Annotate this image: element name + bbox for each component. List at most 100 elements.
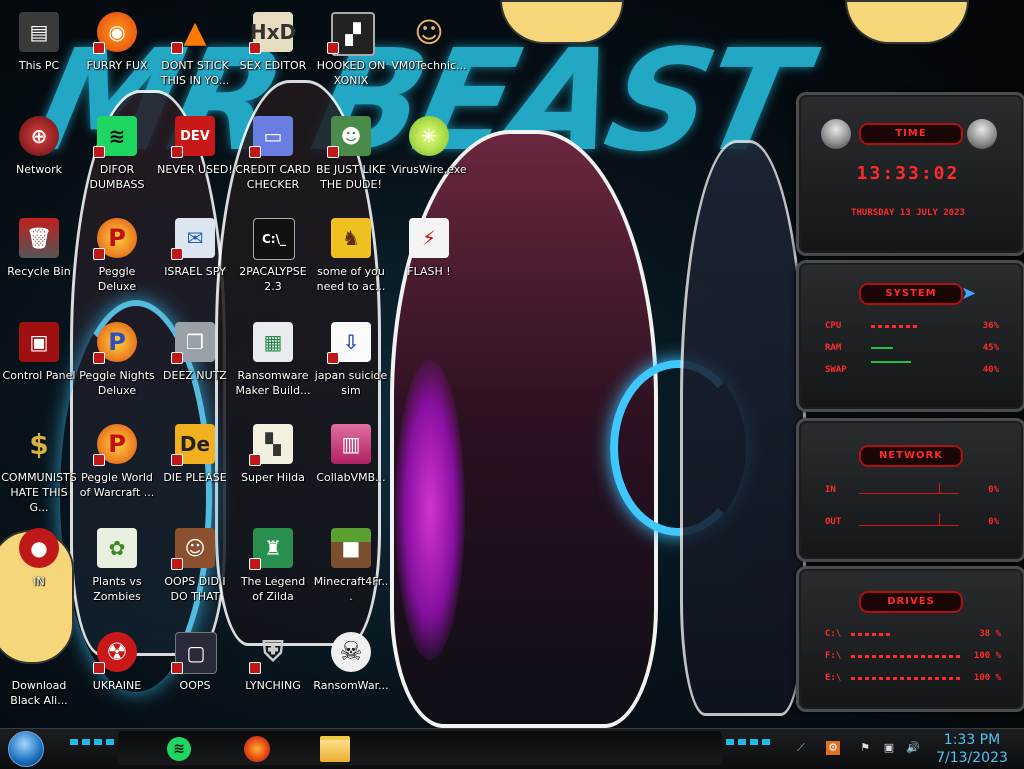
desktop-icon[interactable]: ▭ CREDIT CARD CHECKER	[234, 110, 312, 206]
shortcut-arrow-icon	[93, 662, 105, 674]
network-icon: ⊕	[19, 116, 59, 156]
shortcut-arrow-icon	[327, 352, 339, 364]
net-out-value: 0%	[988, 517, 999, 527]
taskbar-firefox-button[interactable]	[240, 733, 274, 765]
ransomware-builder-icon: ▦	[253, 322, 293, 362]
firefox-icon	[244, 736, 270, 762]
desktop-icon[interactable]: $ COMMUNISTS HATE THIS G...	[0, 418, 78, 515]
desktop-icon[interactable]: De DIE PLEASE	[156, 418, 234, 514]
shortcut-arrow-icon	[171, 146, 183, 158]
desktop-icon[interactable]: ▦ Ransomware Maker Build...	[234, 316, 312, 412]
desktop-icon[interactable]: 🗑 Recycle Bin	[0, 212, 78, 308]
collabvm-icon: ▥	[331, 424, 371, 464]
desktop-icon[interactable]: ✉ ISRAEL SPY	[156, 212, 234, 308]
ram-bar	[871, 347, 893, 349]
shortcut-arrow-icon	[171, 662, 183, 674]
shortcut-arrow-icon	[249, 662, 261, 674]
control-panel-icon: ▣	[19, 322, 59, 362]
desktop-icon[interactable]: ⛨ LYNCHING	[234, 626, 312, 722]
desktop-icon[interactable]: ❐ DEEZ NUTZ	[156, 316, 234, 412]
cpu-label: CPU	[825, 321, 842, 331]
desktop-icon[interactable]: DEV NEVER USED!	[156, 110, 234, 206]
desktop-icon[interactable]: HxD SEX EDITOR	[234, 6, 312, 102]
drive-f-value: 100 %	[973, 651, 1001, 661]
net-out-label: OUT	[825, 517, 842, 527]
net-in-label: IN	[825, 485, 836, 495]
drive-e-label: E:\	[825, 673, 842, 683]
shortcut-arrow-icon	[327, 42, 339, 54]
taskbar-app-bar	[118, 731, 722, 765]
desktop-icon[interactable]: ■ Minecraft4Fr...	[312, 522, 390, 618]
taskbar-decoration	[70, 739, 114, 745]
recycle-bin-icon: 🗑	[19, 218, 59, 258]
desktop-icon[interactable]: P Peggle World of Warcraft ...	[78, 418, 156, 514]
alien-logo-icon	[967, 119, 997, 149]
desktop-icon[interactable]: P Peggle Deluxe	[78, 212, 156, 308]
swap-value: 40%	[982, 365, 999, 375]
desktop-icon[interactable]: ▤ This PC	[0, 6, 78, 102]
flash-file-icon: ⚡	[409, 218, 449, 258]
clock-time: 1:33 PM	[943, 732, 1001, 748]
network-tray-icon[interactable]: ▣	[882, 741, 896, 755]
desktop-icon[interactable]: ▣ Control Panel	[0, 316, 78, 412]
desktop-icon[interactable]: Download Black Ali...	[0, 626, 78, 722]
shortcut-arrow-icon	[171, 558, 183, 570]
shortcut-arrow-icon	[249, 42, 261, 54]
desktop-icon[interactable]: P Peggle Nights Deluxe	[78, 316, 156, 412]
taskbar: ≋ ⟋ ⚙ ⚑ ▣ 🔊 1:33 PM 7/13/2023	[0, 728, 1024, 769]
drive-c-label: C:\	[825, 629, 842, 639]
taskbar-file-explorer-button[interactable]	[318, 733, 352, 765]
volume-icon[interactable]: 🔊	[906, 741, 920, 755]
wallpaper-figure-right	[680, 140, 806, 716]
desktop-icon[interactable]: ✿ Plants vs Zombies	[78, 522, 156, 618]
desktop-icon[interactable]: ≋ DIFOR DUMBASS	[78, 110, 156, 206]
time-widget-clock: 13:33:02	[856, 163, 960, 184]
taskbar-spotify-button[interactable]: ≋	[162, 733, 196, 765]
shortcut-arrow-icon	[93, 352, 105, 364]
desktop-icon[interactable]: ♞ some of you need to ac...	[312, 212, 390, 308]
desktop-icon[interactable]: ⇩ japan suicide sim	[312, 316, 390, 412]
skull-icon: ☠	[331, 632, 371, 672]
desktop-icon[interactable]: ☺ VM0Technic...	[390, 6, 468, 102]
desktop-icon[interactable]: ▢ OOPS	[156, 626, 234, 722]
taskbar-clock[interactable]: 1:33 PM 7/13/2023	[930, 729, 1014, 769]
computer-icon: ▤	[19, 12, 59, 52]
cpu-bar	[871, 325, 917, 328]
show-hidden-icons-button[interactable]: ⟋	[794, 741, 808, 755]
action-center-flag-icon[interactable]: ⚑	[858, 741, 872, 755]
desktop-icon[interactable]: ▚ Super Hilda	[234, 418, 312, 514]
desktop-icon[interactable]: ▲ DONT STICK THIS IN YO...	[156, 6, 234, 102]
shortcut-arrow-icon	[171, 248, 183, 260]
net-in-value: 0%	[988, 485, 999, 495]
drive-f-label: F:\	[825, 651, 842, 661]
net-out-spike	[939, 513, 940, 525]
wallpaper-pink-glow	[395, 360, 465, 660]
desktop-icon[interactable]: ◉ FURRY FUX	[78, 6, 156, 102]
desktop-icon[interactable]: ♜ The Legend of Zilda	[234, 522, 312, 618]
desktop-icon[interactable]: ▥ CollabVMB...	[312, 418, 390, 514]
time-widget-title: TIME	[859, 123, 963, 145]
desktop-icon[interactable]: ● IN	[0, 522, 78, 618]
swap-label: SWAP	[825, 365, 847, 375]
desktop-icon[interactable]: ⊕ Network	[0, 110, 78, 206]
wallpaper-cartoon-head-right	[845, 0, 969, 44]
drives-widget: DRIVES C:\ 38 % F:\ 100 % E:\ 100 %	[796, 566, 1024, 712]
desktop-icon[interactable]: ☻ BE JUST LIKE THE DUDE!	[312, 110, 390, 206]
desktop-icon[interactable]: ▞ HOOKED ON XONIX	[312, 6, 390, 102]
ram-value: 45%	[982, 343, 999, 353]
start-button[interactable]	[8, 731, 44, 767]
desktop-icon[interactable]: ☢ UKRAINE	[78, 626, 156, 722]
shortcut-arrow-icon	[249, 454, 261, 466]
desktop-icon[interactable]: ⚡ FLASH !	[390, 212, 468, 308]
desktop-icon[interactable]: C:\_ 2PACALYPSE 2.3	[234, 212, 312, 308]
app-icon: ●	[19, 528, 59, 568]
shortcut-arrow-icon	[171, 454, 183, 466]
money-bag-icon: $	[29, 427, 49, 461]
desktop-icon[interactable]: ☺ OOPS DID I DO THAT	[156, 522, 234, 618]
shortcut-arrow-icon	[327, 146, 339, 158]
shortcut-arrow-icon	[93, 248, 105, 260]
tray-app-icon[interactable]: ⚙	[826, 741, 840, 755]
lime-icon: ✳	[409, 116, 449, 156]
desktop-icon[interactable]: ✳ VirusWire.exe	[390, 110, 468, 206]
desktop-icon[interactable]: ☠ RansomWar...	[312, 626, 390, 722]
